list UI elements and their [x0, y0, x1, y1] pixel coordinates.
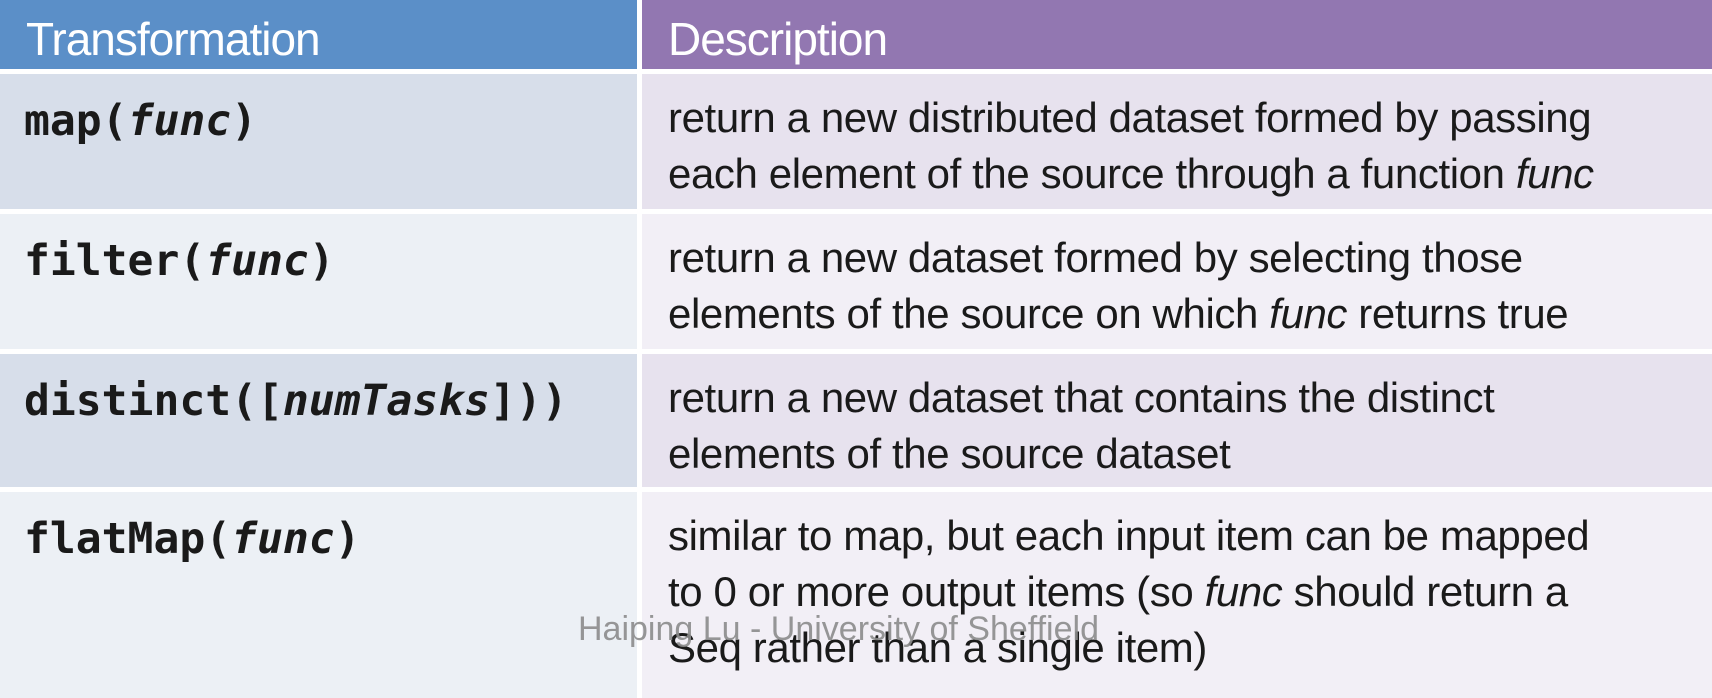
desc-line: each element of the source through a fun… — [668, 146, 1682, 202]
transformations-table: Transformation Description map(func) ret… — [0, 0, 1712, 698]
header-description-label: Description — [668, 13, 888, 65]
table-row-filter-description: return a new dataset formed by selecting… — [642, 214, 1712, 354]
fn-name: map( — [24, 96, 128, 146]
fn-close: ])) — [490, 376, 568, 426]
desc-line: similar to map, but each input item can … — [668, 512, 1590, 559]
table-row-distinct-description: return a new dataset that contains the d… — [642, 354, 1712, 492]
desc-italic: func — [1515, 150, 1594, 197]
fn-name: filter( — [24, 236, 206, 286]
desc-text: returns true — [1347, 290, 1569, 337]
desc-line: elements of the source dataset — [668, 426, 1682, 482]
table-row-map-description: return a new distributed dataset formed … — [642, 74, 1712, 214]
fn-arg: func — [231, 514, 335, 564]
table-row-filter-transformation: filter(func) — [0, 214, 642, 354]
fn-arg: numTasks — [282, 376, 490, 426]
table-row-distinct-transformation: distinct([numTasks])) — [0, 354, 642, 492]
fn-close: ) — [308, 236, 335, 286]
desc-line: return a new distributed dataset formed … — [668, 94, 1592, 141]
header-transformation: Transformation — [0, 0, 642, 74]
header-transformation-label: Transformation — [26, 13, 321, 65]
table-row-map-transformation: map(func) — [0, 74, 642, 214]
desc-line: return a new dataset formed by selecting… — [668, 234, 1523, 281]
table-row-flatmap-transformation: flatMap(func) — [0, 492, 642, 698]
fn-arg: func — [205, 236, 309, 286]
desc-text: should return a — [1282, 568, 1569, 615]
desc-text: each element of the source through a fun… — [668, 150, 1516, 197]
desc-text: to 0 or more output items (so — [668, 568, 1205, 615]
fn-name: distinct([ — [24, 376, 283, 426]
desc-italic: func — [1269, 290, 1348, 337]
desc-text: elements of the source on which — [668, 290, 1270, 337]
fn-close: ) — [231, 96, 258, 146]
table-row-flatmap-description: similar to map, but each input item can … — [642, 492, 1712, 698]
desc-line: return a new dataset that contains the d… — [668, 374, 1495, 421]
desc-italic: func — [1204, 568, 1283, 615]
fn-name: flatMap( — [24, 514, 232, 564]
desc-line: elements of the source on which func ret… — [668, 286, 1682, 342]
fn-close: ) — [334, 514, 361, 564]
header-description: Description — [642, 0, 1712, 74]
author-watermark: Haiping Lu - University of Sheffield — [578, 610, 1099, 648]
desc-text: elements of the source dataset — [668, 430, 1231, 477]
fn-arg: func — [127, 96, 232, 146]
